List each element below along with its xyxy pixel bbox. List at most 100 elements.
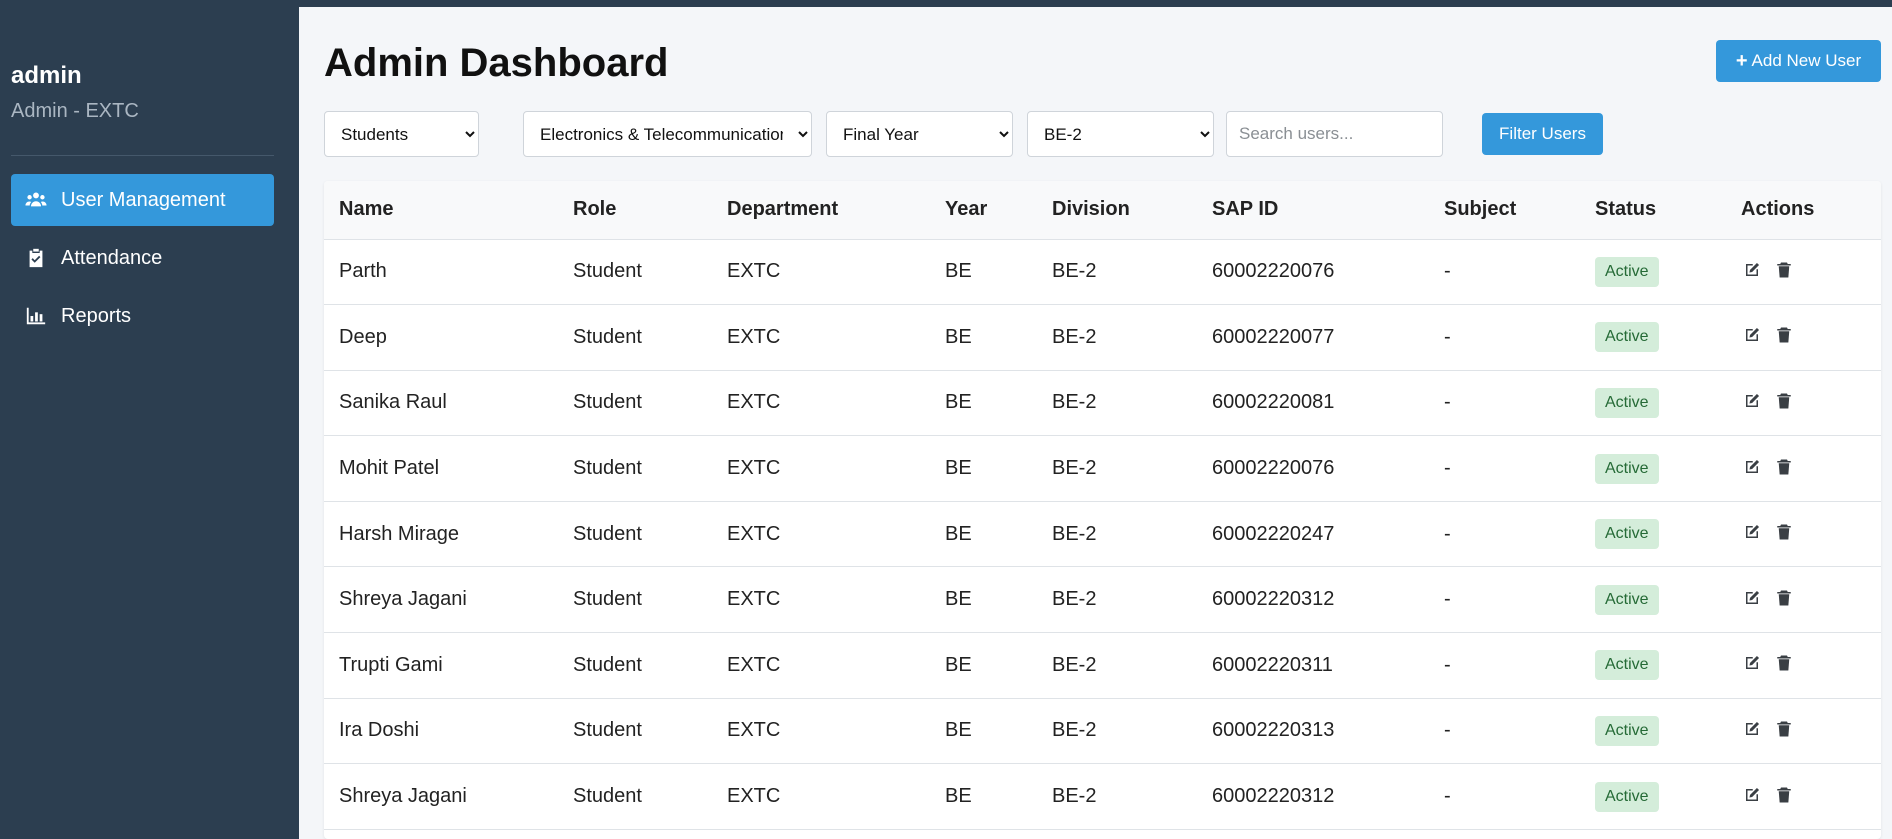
cell-year: BE <box>945 653 972 676</box>
column-header-year: Year <box>930 181 1037 240</box>
cell-department: EXTC <box>727 719 781 742</box>
delete-icon[interactable] <box>1773 587 1795 609</box>
cell-division: BE-2 <box>1052 457 1097 480</box>
edit-icon[interactable] <box>1741 784 1763 806</box>
plus-icon: + <box>1735 50 1748 72</box>
cell-subject: - <box>1444 457 1451 480</box>
cell-sap-id: 60002220247 <box>1212 522 1335 545</box>
table-row: Shreya Jagani Student EXTC BE BE-2 6000222031… <box>324 764 1881 830</box>
column-header-sap-id: SAP ID <box>1197 181 1429 240</box>
cell-name: Parth <box>339 260 387 283</box>
table-row: Harsh Mirage Student EXTC BE BE-2 60002220247… <box>324 501 1881 567</box>
cell-name: Shreya Jagani <box>339 588 467 611</box>
column-header-status: Status <box>1580 181 1726 240</box>
sidebar-item-attendance[interactable]: Attendance <box>11 232 274 284</box>
cell-role: Student <box>573 785 642 808</box>
cell-name: Deep <box>339 325 387 348</box>
users-table: Name Role Department Year Division SAP I… <box>324 181 1881 839</box>
cell-role: Student <box>573 522 642 545</box>
cell-status: Active <box>1580 501 1726 567</box>
cell-sap-id: 60002220312 <box>1212 785 1335 808</box>
cell-subject: - <box>1444 522 1451 545</box>
filter-users-button[interactable]: Filter Users <box>1482 113 1603 155</box>
year-select[interactable]: Final Year <box>826 111 1013 157</box>
cell-year: BE <box>945 785 972 808</box>
cell-subject: - <box>1444 785 1451 808</box>
role-select[interactable]: Students <box>324 111 479 157</box>
cell-department: EXTC <box>727 588 781 611</box>
column-header-division: Division <box>1037 181 1197 240</box>
cell-subject: - <box>1444 588 1451 611</box>
cell-department: EXTC <box>727 391 781 414</box>
cell-subject: - <box>1444 391 1451 414</box>
cell-division: BE-2 <box>1052 653 1097 676</box>
table-row: Deep Student EXTC BE BE-2 60002220077 - Active <box>324 305 1881 371</box>
status-badge: Active <box>1595 453 1659 484</box>
status-badge: Active <box>1595 715 1659 746</box>
main-content: Admin Dashboard + Add New User Students … <box>299 7 1892 839</box>
search-input[interactable] <box>1226 111 1443 157</box>
delete-icon[interactable] <box>1773 652 1795 674</box>
cell-role: Student <box>573 653 642 676</box>
clipboard-check-icon <box>23 245 49 271</box>
user-profile: admin Admin - EXTC <box>11 60 274 156</box>
status-badge: Active <box>1595 781 1659 812</box>
cell-year: BE <box>945 325 972 348</box>
edit-icon[interactable] <box>1741 390 1763 412</box>
status-badge: Active <box>1595 519 1659 550</box>
edit-icon[interactable] <box>1741 587 1763 609</box>
cell-sap-id: 60002220313 <box>1212 719 1335 742</box>
users-icon <box>23 187 49 213</box>
edit-icon[interactable] <box>1741 259 1763 281</box>
delete-icon[interactable] <box>1773 390 1795 412</box>
delete-icon[interactable] <box>1773 259 1795 281</box>
profile-role: Admin - EXTC <box>11 100 139 122</box>
cell-actions <box>1726 239 1881 305</box>
cell-actions <box>1726 698 1881 764</box>
cell-division: BE-2 <box>1052 785 1097 808</box>
cell-role: Student <box>573 457 642 480</box>
cell-actions <box>1726 370 1881 436</box>
cell-role: Student <box>573 391 642 414</box>
table-row: Parth Student EXTC BE BE-2 60002220076 - Active <box>324 239 1881 305</box>
cell-status: Active <box>1580 305 1726 371</box>
sidebar-item-reports[interactable]: Reports <box>11 290 274 342</box>
cell-department: EXTC <box>727 325 781 348</box>
table-row: Sanika Raul Student EXTC BE BE-2 60002220081 -… <box>324 370 1881 436</box>
sidebar-item-label: Attendance <box>61 246 163 269</box>
cell-division: BE-2 <box>1052 719 1097 742</box>
table-row: Mohit Patel Student EXTC BE BE-2 60002220076 -… <box>324 436 1881 502</box>
edit-icon[interactable] <box>1741 324 1763 346</box>
add-new-user-button[interactable]: + Add New User <box>1716 40 1881 82</box>
column-header-role: Role <box>558 181 712 240</box>
cell-status: Active <box>1580 436 1726 502</box>
cell-actions <box>1726 633 1881 699</box>
department-select[interactable]: Electronics & Telecommunication <box>523 111 812 157</box>
division-select[interactable]: BE-2 <box>1027 111 1214 157</box>
edit-icon[interactable] <box>1741 718 1763 740</box>
delete-icon[interactable] <box>1773 456 1795 478</box>
delete-icon[interactable] <box>1773 324 1795 346</box>
add-new-user-label: Add New User <box>1751 51 1862 70</box>
delete-icon[interactable] <box>1773 521 1795 543</box>
sidebar-item-label: Reports <box>61 304 132 327</box>
delete-icon[interactable] <box>1773 718 1795 740</box>
edit-icon[interactable] <box>1741 456 1763 478</box>
table-row: Shreya Jagani Student EXTC BE BE-2 6000222031… <box>324 567 1881 633</box>
column-header-department: Department <box>712 181 930 240</box>
cell-sap-id: 60002220076 <box>1212 260 1335 283</box>
cell-year: BE <box>945 719 972 742</box>
cell-sap-id: 60002220311 <box>1212 653 1333 676</box>
cell-department: EXTC <box>727 785 781 808</box>
sidebar-item-user-management[interactable]: User Management <box>11 174 274 226</box>
edit-icon[interactable] <box>1741 652 1763 674</box>
cell-role: Student <box>573 325 642 348</box>
cell-name: Shreya Jagani <box>339 785 467 808</box>
delete-icon[interactable] <box>1773 784 1795 806</box>
cell-actions <box>1726 764 1881 830</box>
edit-icon[interactable] <box>1741 521 1763 543</box>
profile-name: admin <box>11 62 82 89</box>
cell-sap-id: 60002220076 <box>1212 457 1335 480</box>
cell-department: EXTC <box>727 457 781 480</box>
cell-subject: - <box>1444 653 1451 676</box>
